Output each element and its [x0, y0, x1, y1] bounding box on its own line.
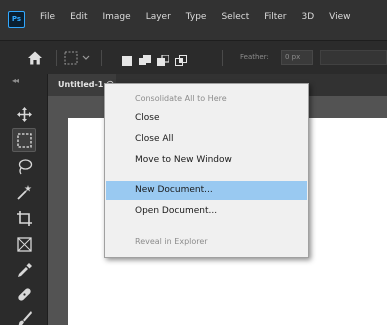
healing-brush-tool-icon[interactable]	[12, 282, 36, 306]
menu-item-move-to-new-window[interactable]: Move to New Window	[106, 151, 307, 170]
menu-item-consolidate-all: Consolidate All to Here	[135, 94, 227, 103]
menu-item-close-all[interactable]: Close All	[106, 130, 307, 149]
move-tool-icon[interactable]	[12, 102, 36, 126]
options-divider	[222, 50, 223, 66]
menu-type[interactable]: Type	[186, 12, 207, 22]
new-selection-icon[interactable]	[121, 52, 133, 66]
menu-item-reveal-in-explorer: Reveal in Explorer	[135, 237, 208, 246]
menu-layer[interactable]: Layer	[146, 12, 171, 22]
magic-wand-tool-icon[interactable]	[12, 180, 36, 204]
marquee-tool-icon[interactable]	[12, 128, 36, 152]
crop-tool-icon[interactable]	[12, 206, 36, 230]
intersect-selection-icon[interactable]	[175, 52, 187, 66]
panel-collapse-icon[interactable]: ◂◂	[12, 76, 19, 85]
tools-panel: ◂◂	[0, 74, 48, 325]
subtract-from-selection-icon[interactable]	[157, 52, 170, 66]
add-to-selection-icon[interactable]	[139, 52, 151, 65]
frame-tool-icon[interactable]	[12, 232, 36, 256]
menu-item-new-document[interactable]: New Document...	[106, 181, 307, 200]
eyedropper-tool-icon[interactable]	[12, 258, 36, 282]
menu-item-open-document[interactable]: Open Document...	[106, 202, 307, 221]
home-icon[interactable]	[27, 50, 43, 66]
options-bar: Feather: 0 px	[0, 40, 387, 74]
menu-item-close[interactable]: Close	[106, 109, 307, 128]
options-divider	[56, 50, 57, 66]
feather-label: Feather:	[240, 53, 269, 61]
lasso-tool-icon[interactable]	[12, 154, 36, 178]
menu-select[interactable]: Select	[221, 12, 249, 22]
menu-3d[interactable]: 3D	[302, 12, 315, 22]
application-menubar: Ps File Edit Image Layer Type Select Fil…	[0, 0, 387, 40]
brush-tool-icon[interactable]	[12, 306, 36, 325]
feather-input[interactable]: 0 px	[281, 50, 313, 65]
tab-context-menu: Consolidate All to Here Close Close All …	[104, 83, 309, 258]
style-dropdown[interactable]	[320, 50, 387, 65]
tool-preset-picker[interactable]	[64, 50, 94, 66]
menu-file[interactable]: File	[40, 12, 55, 22]
menu-image[interactable]: Image	[103, 12, 131, 22]
menu-items: File Edit Image Layer Type Select Filter…	[40, 12, 351, 22]
menu-view[interactable]: View	[329, 12, 350, 22]
menu-filter[interactable]: Filter	[264, 12, 286, 22]
photoshop-logo-icon: Ps	[8, 11, 25, 28]
menu-edit[interactable]: Edit	[70, 12, 87, 22]
options-divider	[101, 50, 102, 66]
